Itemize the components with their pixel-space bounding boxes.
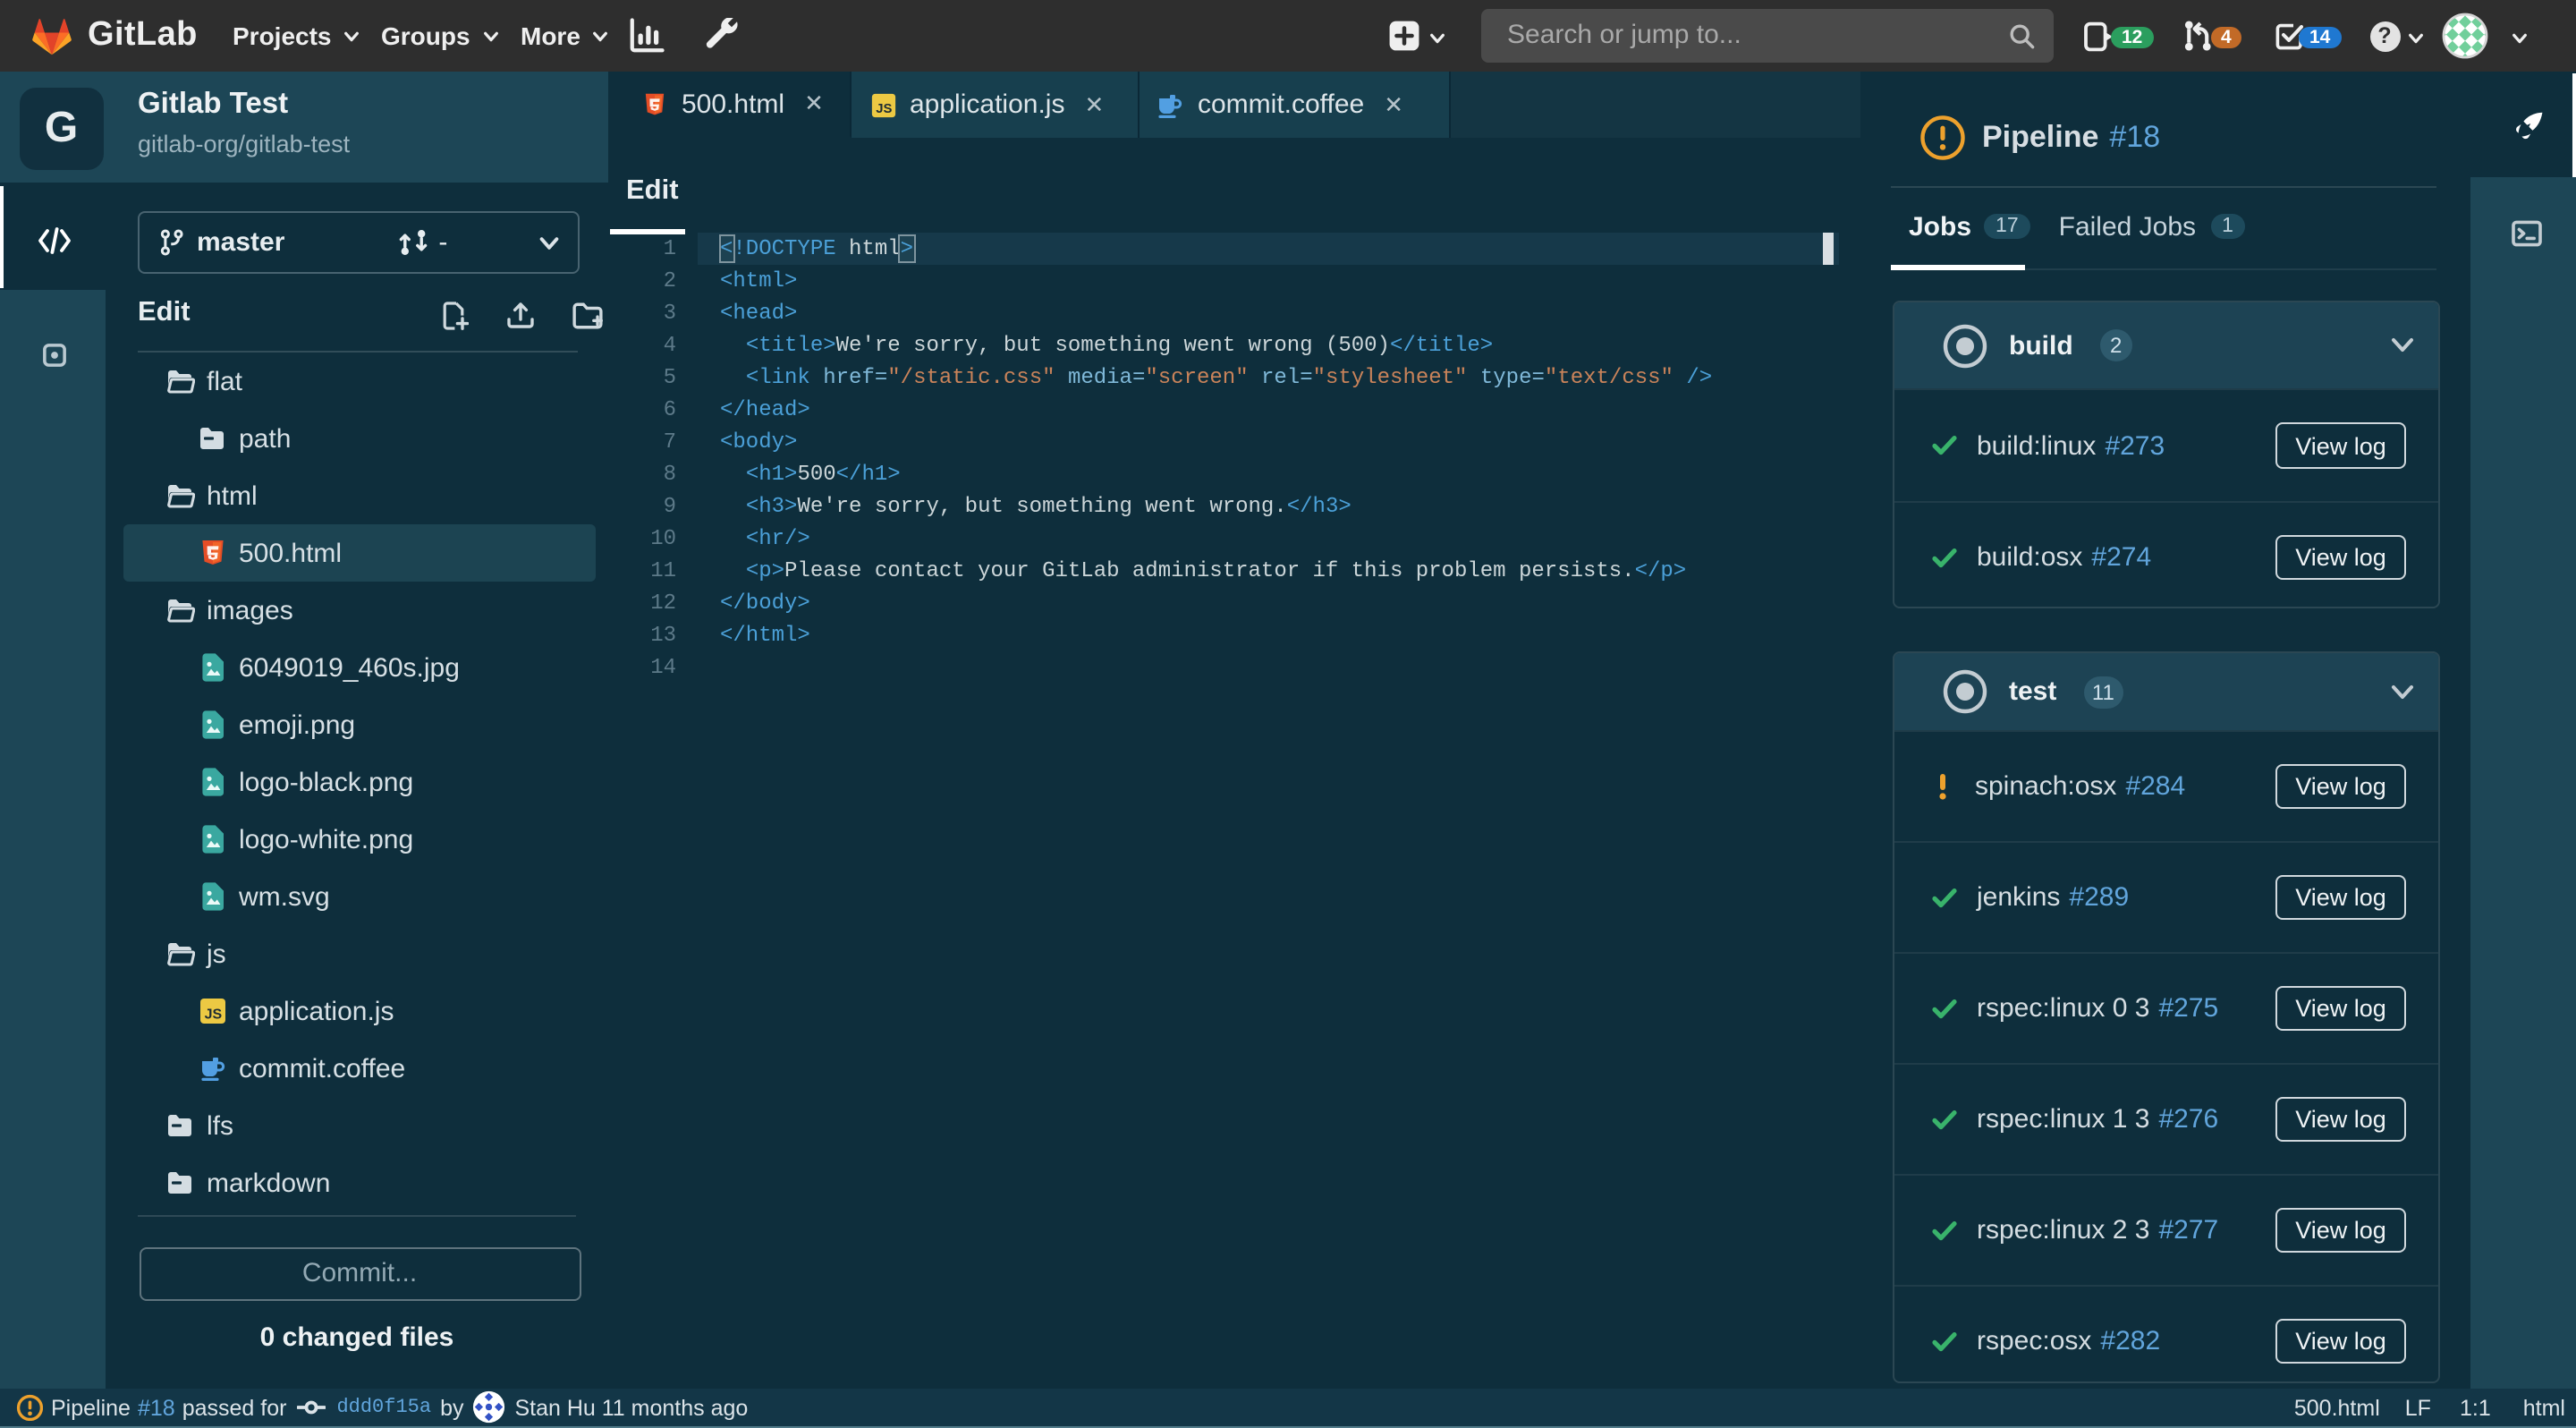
svg-text:JS: JS	[205, 1007, 223, 1022]
svg-text:JS: JS	[875, 101, 891, 115]
